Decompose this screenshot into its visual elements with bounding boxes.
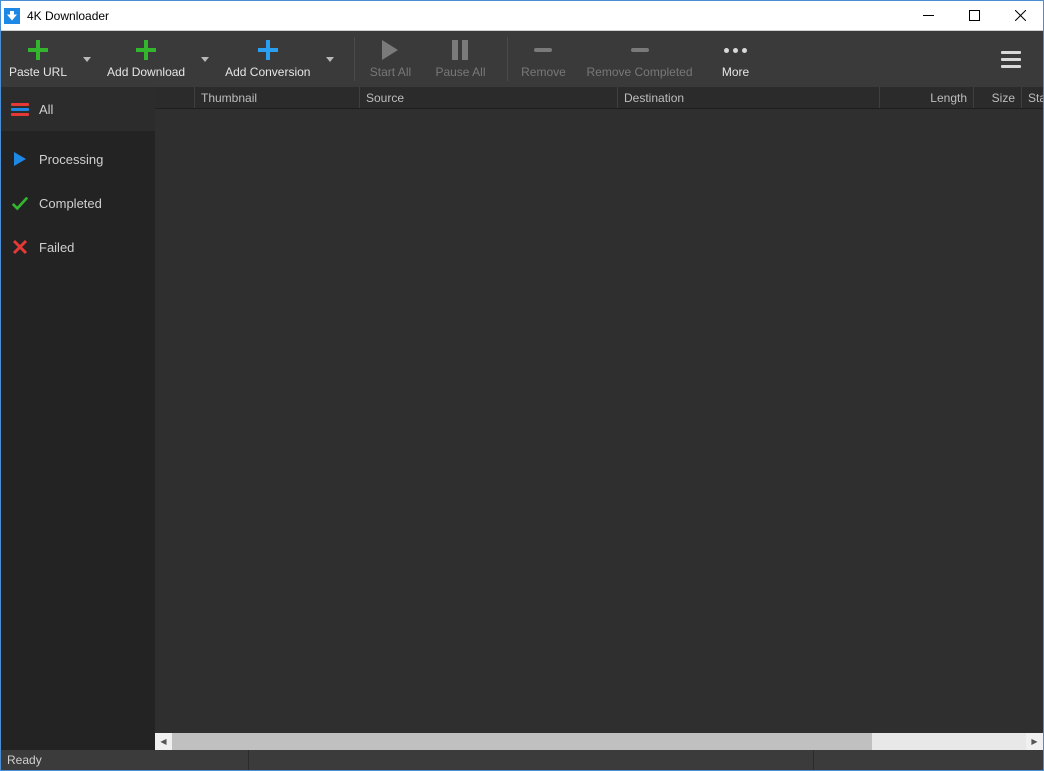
col-header-blank[interactable] <box>155 87 195 108</box>
col-header-source[interactable]: Source <box>360 87 618 108</box>
sidebar-item-all[interactable]: All <box>1 87 155 131</box>
col-header-thumbnail[interactable]: Thumbnail <box>195 87 360 108</box>
scroll-left-icon[interactable]: ◀ <box>155 733 172 750</box>
check-icon <box>11 194 29 212</box>
plus-icon <box>258 39 278 61</box>
column-headers: Thumbnail Source Destination Length Size… <box>155 87 1043 109</box>
add-conversion-button[interactable]: Add Conversion <box>217 31 318 87</box>
sidebar-label: All <box>39 102 53 117</box>
statusbar-sep <box>248 750 249 770</box>
table-body <box>155 109 1043 733</box>
play-icon <box>382 39 398 61</box>
body: All Processing Completed Failed <box>1 87 1043 750</box>
horizontal-scrollbar[interactable]: ◀ ▶ <box>155 733 1043 750</box>
add-conversion-label: Add Conversion <box>225 65 310 79</box>
remove-label: Remove <box>521 65 566 79</box>
paste-url-dropdown[interactable] <box>75 31 99 87</box>
statusbar-sep <box>813 750 814 770</box>
app-icon <box>1 8 23 24</box>
sidebar-label: Failed <box>39 240 74 255</box>
all-icon <box>11 100 29 118</box>
more-label: More <box>722 65 749 79</box>
minus-icon <box>534 39 552 61</box>
paste-url-button[interactable]: Paste URL <box>1 31 75 87</box>
col-header-destination[interactable]: Destination <box>618 87 880 108</box>
start-all-label: Start All <box>370 65 411 79</box>
col-header-status[interactable]: Status <box>1022 87 1043 108</box>
menu-bar-icon <box>1001 58 1021 61</box>
dots-icon <box>724 39 747 61</box>
remove-button[interactable]: Remove <box>508 31 578 87</box>
minimize-button[interactable] <box>905 1 951 31</box>
plus-icon <box>136 39 156 61</box>
col-header-size[interactable]: Size <box>974 87 1022 108</box>
sidebar-item-failed[interactable]: Failed <box>1 225 155 269</box>
chevron-down-icon <box>83 57 91 62</box>
plus-icon <box>28 39 48 61</box>
more-button[interactable]: More <box>701 31 771 87</box>
pause-icon <box>452 39 468 61</box>
add-download-label: Add Download <box>107 65 185 79</box>
minus-icon <box>631 39 649 61</box>
x-icon <box>11 238 29 256</box>
main-panel: Thumbnail Source Destination Length Size… <box>155 87 1043 750</box>
menu-bar-icon <box>1001 65 1021 68</box>
titlebar: 4K Downloader <box>1 1 1043 31</box>
close-button[interactable] <box>997 1 1043 31</box>
app-window: 4K Downloader Paste URL Add Download <box>0 0 1044 771</box>
maximize-button[interactable] <box>951 1 997 31</box>
scroll-track[interactable] <box>172 733 1026 750</box>
play-icon <box>11 150 29 168</box>
hamburger-menu-button[interactable] <box>993 43 1029 76</box>
paste-url-label: Paste URL <box>9 65 67 79</box>
chevron-down-icon <box>326 57 334 62</box>
add-conversion-dropdown[interactable] <box>318 31 342 87</box>
add-download-dropdown[interactable] <box>193 31 217 87</box>
scroll-thumb[interactable] <box>172 733 872 750</box>
chevron-down-icon <box>201 57 209 62</box>
toolbar: Paste URL Add Download Add Conversion St… <box>1 31 1043 87</box>
remove-completed-label: Remove Completed <box>586 65 692 79</box>
sidebar: All Processing Completed Failed <box>1 87 155 750</box>
pause-all-button[interactable]: Pause All <box>425 31 495 87</box>
sidebar-item-completed[interactable]: Completed <box>1 181 155 225</box>
sidebar-label: Processing <box>39 152 103 167</box>
col-header-length[interactable]: Length <box>880 87 974 108</box>
scroll-right-icon[interactable]: ▶ <box>1026 733 1043 750</box>
window-title: 4K Downloader <box>23 9 905 23</box>
status-text: Ready <box>7 753 42 767</box>
add-download-button[interactable]: Add Download <box>99 31 193 87</box>
pause-all-label: Pause All <box>435 65 485 79</box>
sidebar-label: Completed <box>39 196 102 211</box>
menu-bar-icon <box>1001 51 1021 54</box>
sidebar-item-processing[interactable]: Processing <box>1 137 155 181</box>
start-all-button[interactable]: Start All <box>355 31 425 87</box>
statusbar: Ready <box>1 750 1043 770</box>
remove-completed-button[interactable]: Remove Completed <box>578 31 700 87</box>
